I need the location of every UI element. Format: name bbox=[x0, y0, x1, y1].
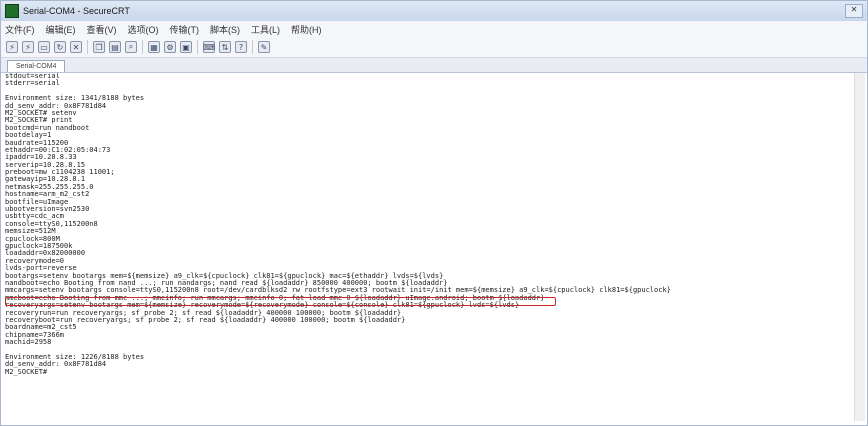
title-bar[interactable]: Serial-COM4 - SecureCRT ✕ bbox=[1, 1, 867, 21]
vertical-scrollbar[interactable] bbox=[854, 73, 865, 421]
session-tab-bar: Serial-COM4 bbox=[1, 58, 867, 73]
menu-edit[interactable]: 编辑(E) bbox=[46, 23, 76, 36]
keymap-icon[interactable]: ⌨ bbox=[203, 41, 215, 53]
terminal-line: Environment size: 1341/8188 bytes bbox=[5, 94, 145, 103]
settings-icon[interactable]: ⚙ bbox=[164, 41, 176, 53]
toolbar-separator bbox=[87, 40, 88, 54]
session-options-icon[interactable]: ▣ bbox=[180, 41, 192, 53]
help-icon[interactable]: ? bbox=[235, 41, 247, 53]
menu-bar: 文件(F) 编辑(E) 查看(V) 选项(O) 传输(T) 脚本(S) 工具(L… bbox=[1, 21, 867, 37]
menu-options[interactable]: 选项(O) bbox=[128, 23, 159, 36]
terminal-line: recoverymode=0 bbox=[5, 256, 65, 265]
terminal-line: Environment size: 1226/8188 bytes bbox=[5, 352, 145, 361]
terminal-line: console=ttyS0,115200n8 bbox=[5, 219, 98, 228]
terminal-line: chipname=7366m bbox=[5, 330, 65, 339]
terminal-line: preboot=mw c1104238 11001; bbox=[5, 168, 115, 177]
terminal-line: dd_senv_addr: 0x8F781d84 bbox=[5, 101, 107, 110]
terminal-line: gpuclock=187500k bbox=[5, 241, 73, 250]
terminal-line: machid=2958 bbox=[5, 338, 52, 347]
terminal-line: boardname=m2_cst5 bbox=[5, 323, 77, 332]
terminal-line: bootfile=uImage bbox=[5, 197, 69, 206]
terminal-line: cpuclock=800M bbox=[5, 234, 60, 243]
menu-transfer[interactable]: 传输(T) bbox=[170, 23, 200, 36]
script-icon[interactable]: ✎ bbox=[258, 41, 270, 53]
sftp-icon[interactable]: ⇅ bbox=[219, 41, 231, 53]
connect-icon[interactable]: ⚡ bbox=[6, 41, 18, 53]
terminal-line: baudrate=115200 bbox=[5, 138, 69, 147]
terminal-line: usbtty=cdc_acm bbox=[5, 212, 65, 221]
paste-icon[interactable]: ▤ bbox=[109, 41, 121, 53]
terminal-line: hostname=arm_m2_cst2 bbox=[5, 190, 90, 199]
tab-serial-com4[interactable]: Serial-COM4 bbox=[7, 60, 66, 72]
terminal-line: loadaddr=0x82000000 bbox=[5, 249, 86, 258]
terminal-output[interactable]: stdout=serial stderr=serial Environment si… bbox=[5, 73, 853, 421]
securecrt-app-icon bbox=[5, 4, 19, 18]
close-icon[interactable]: ✕ bbox=[845, 4, 863, 18]
copy-icon[interactable]: ❐ bbox=[93, 41, 105, 53]
quick-connect-icon[interactable]: ⚡ bbox=[22, 41, 34, 53]
toolbar-separator bbox=[252, 40, 253, 54]
connect-tab-icon[interactable]: ▭ bbox=[38, 41, 50, 53]
securecrt-window: Serial-COM4 - SecureCRT ✕ 文件(F) 编辑(E) 查看… bbox=[0, 0, 868, 426]
terminal-line: bootdelay=1 bbox=[5, 131, 52, 140]
reconnect-icon[interactable]: ↻ bbox=[54, 41, 66, 53]
terminal-line: M2_SOCKET# setenv bbox=[5, 108, 77, 117]
terminal-line: ipaddr=10.28.8.33 bbox=[5, 153, 77, 162]
menu-tools[interactable]: 工具(L) bbox=[251, 23, 280, 36]
terminal-line: M2_SOCKET# print bbox=[5, 116, 73, 125]
terminal-line: M2_SOCKET# bbox=[5, 367, 48, 376]
terminal-line: stderr=serial bbox=[5, 79, 60, 88]
terminal-line: ethaddr=00:C1:02:05:04:73 bbox=[5, 145, 111, 154]
menu-help[interactable]: 帮助(H) bbox=[291, 23, 322, 36]
terminal-line: serverip=10.28.8.15 bbox=[5, 160, 86, 169]
disconnect-icon[interactable]: ✕ bbox=[70, 41, 82, 53]
terminal-line: dd_senv_addr: 0x8F781d84 bbox=[5, 360, 107, 369]
terminal-line: stdout=serial bbox=[5, 73, 60, 80]
menu-script[interactable]: 脚本(S) bbox=[210, 23, 240, 36]
toolbar-separator bbox=[197, 40, 198, 54]
print-icon[interactable]: ▦ bbox=[148, 41, 160, 53]
find-icon[interactable]: ⌕ bbox=[125, 41, 137, 53]
toolbar-separator bbox=[142, 40, 143, 54]
terminal-line: ubootversion=svn2530 bbox=[5, 205, 90, 214]
terminal-line: netmask=255.255.255.0 bbox=[5, 182, 94, 191]
menu-view[interactable]: 查看(V) bbox=[87, 23, 117, 36]
toolbar: ⚡ ⚡ ▭ ↻ ✕ ❐ ▤ ⌕ ▦ ⚙ ▣ ⌨ ⇅ ? ✎ bbox=[1, 37, 867, 58]
terminal-line: bootcmd=run nandboot bbox=[5, 123, 90, 132]
terminal-line: recoveryboot=run recoveryargs; sf probe … bbox=[5, 315, 406, 324]
terminal-line: memsize=512M bbox=[5, 227, 56, 236]
window-title: Serial-COM4 - SecureCRT bbox=[23, 6, 130, 16]
terminal-line: gatewayip=10.28.8.1 bbox=[5, 175, 86, 184]
menu-file[interactable]: 文件(F) bbox=[5, 23, 35, 36]
